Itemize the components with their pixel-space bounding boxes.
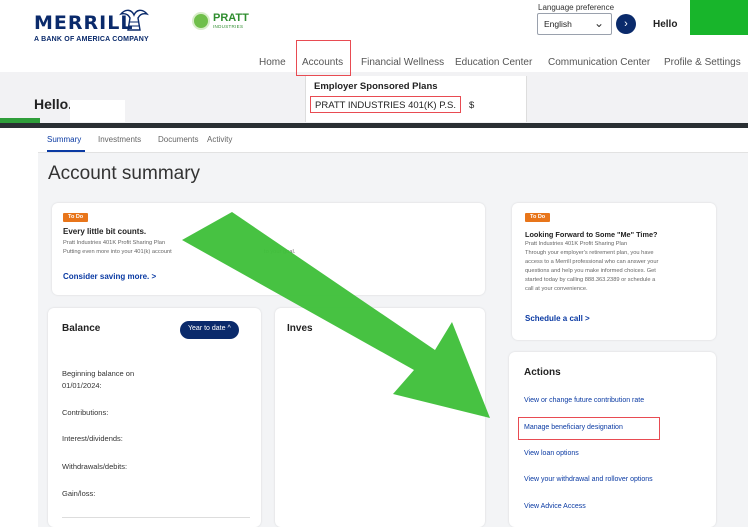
- accounts-dropdown: Employer Sponsored Plans PRATT INDUSTRIE…: [305, 76, 527, 122]
- tab-activity[interactable]: Activity: [207, 135, 232, 144]
- language-value: English: [544, 19, 572, 29]
- plan-balance: $: [469, 100, 475, 111]
- tab-summary[interactable]: Summary: [47, 135, 81, 144]
- investments-card: [275, 308, 485, 527]
- card-line: started today by calling 888.363.2389 or…: [525, 277, 656, 283]
- card-line: Pratt Industries 401K Profit Sharing Pla…: [63, 240, 166, 246]
- main-nav: Home Accounts Financial Wellness Educati…: [0, 48, 748, 72]
- logo-subtitle: A BANK OF AMERICA COMPANY: [34, 36, 149, 43]
- nav-home[interactable]: Home: [259, 57, 286, 68]
- balance-row: Contributions:: [62, 408, 109, 417]
- merrill-bull-icon: [119, 9, 149, 31]
- schedule-call-link[interactable]: Schedule a call >: [525, 314, 590, 323]
- card-line: Putting even more into your 401(k) accou…: [63, 249, 172, 255]
- action-advice-access[interactable]: View Advice Access: [524, 503, 586, 510]
- language-label: Language preference: [538, 3, 615, 12]
- pratt-logo-icon: [192, 12, 210, 30]
- tab-documents[interactable]: Documents: [158, 135, 198, 144]
- nav-profile-settings[interactable]: Profile & Settings: [664, 57, 741, 68]
- page-title: Account summary: [48, 163, 201, 184]
- card-line: call at your convenience.: [525, 286, 588, 292]
- balance-heading: Balance: [62, 323, 101, 334]
- nav-financial-wellness[interactable]: Financial Wellness: [361, 57, 444, 68]
- nav-communication-center[interactable]: Communication Center: [548, 57, 650, 68]
- balance-row: Interest/dividends:: [62, 434, 123, 443]
- greeting-text: Hello.: [34, 96, 73, 112]
- todo-card-left: To Do Every little bit counts. Pratt Ind…: [52, 203, 485, 295]
- accounts-highlight-box: [296, 40, 351, 76]
- balance-row: 01/01/2024:: [62, 381, 102, 390]
- investments-heading: Inves: [287, 323, 313, 334]
- chevron-down-icon: ⌄: [593, 16, 604, 30]
- balance-row: Beginning balance on: [62, 369, 135, 378]
- tab-investments[interactable]: Investments: [98, 135, 141, 144]
- balance-divider: [62, 517, 250, 518]
- employer-logo: PRATT: [213, 12, 249, 24]
- redaction-block: [690, 0, 748, 35]
- year-to-date-button[interactable]: Year to date ^: [180, 321, 239, 339]
- beneficiary-highlight-box: [518, 417, 660, 440]
- action-loan-options[interactable]: View loan options: [524, 450, 579, 457]
- employer-logo-sub: INDUSTRIES: [213, 24, 244, 29]
- todo-card-right: To Do Looking Forward to Some "Me" Time?…: [512, 203, 716, 340]
- card-line: access to a Merrill professional who can…: [525, 259, 659, 265]
- action-change-contribution[interactable]: View or change future contribution rate: [524, 397, 644, 404]
- todo-badge: To Do: [525, 213, 551, 222]
- card-line: questions and help you make informed cho…: [525, 268, 656, 274]
- card-line-tail: to your goal.: [264, 249, 296, 255]
- card-line: Through your employer's retirement plan,…: [525, 250, 654, 256]
- todo-badge: To Do: [63, 213, 89, 222]
- balance-row: Withdrawals/debits:: [62, 462, 128, 471]
- dropdown-heading: Employer Sponsored Plans: [314, 81, 438, 92]
- redacted-name: [70, 100, 125, 122]
- plan-link[interactable]: PRATT INDUSTRIES 401(K) P.S.: [310, 96, 461, 113]
- card-heading: Every little bit counts.: [63, 227, 147, 236]
- balance-row: Gain/loss:: [62, 489, 96, 498]
- language-select[interactable]: English ⌄: [537, 13, 612, 35]
- consider-saving-link[interactable]: Consider saving more. >: [63, 272, 156, 281]
- nav-education-center[interactable]: Education Center: [455, 57, 532, 68]
- card-line: Pratt Industries 401K Profit Sharing Pla…: [525, 241, 628, 247]
- action-withdrawal-rollover[interactable]: View your withdrawal and rollover option…: [524, 476, 653, 483]
- site-header: MERRILL A BANK OF AMERICA COMPANY PRATT …: [0, 0, 748, 72]
- header-greeting: Hello: [653, 19, 678, 30]
- actions-heading: Actions: [524, 367, 561, 378]
- go-arrow-icon[interactable]: ›: [616, 14, 636, 34]
- card-heading: Looking Forward to Some "Me" Time?: [525, 230, 658, 239]
